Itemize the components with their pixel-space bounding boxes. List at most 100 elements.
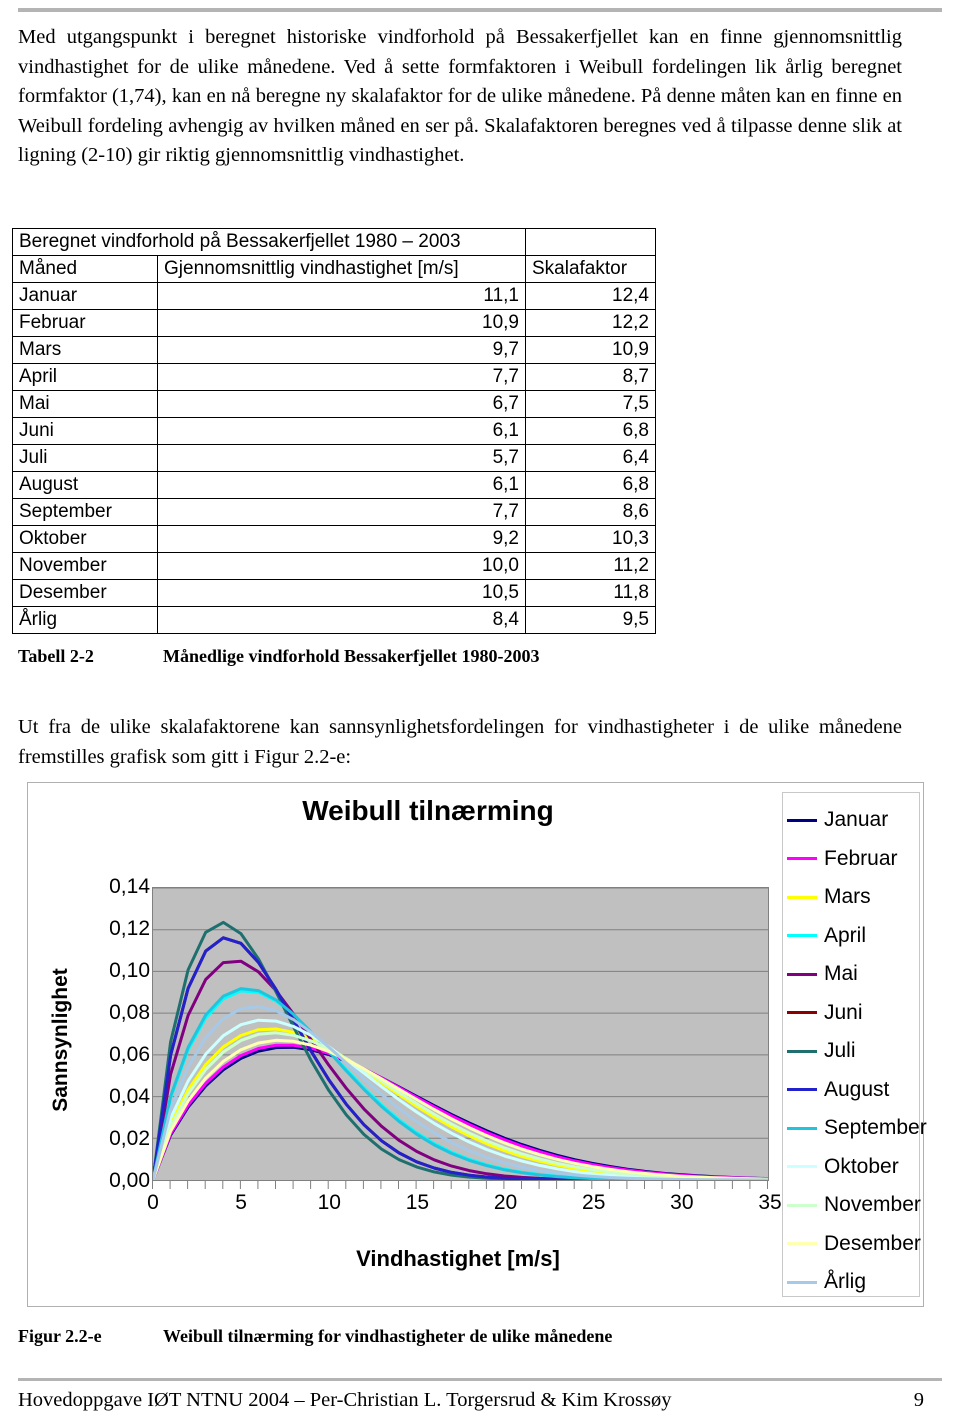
cell-scale: 8,7 <box>525 363 656 391</box>
x-tick-label: 0 <box>147 1191 159 1214</box>
cell-month: Mai <box>12 390 158 418</box>
cell-speed: 11,1 <box>157 282 526 310</box>
legend-item-mars: Mars <box>787 878 919 917</box>
table-row: Desember 10,5 11,8 <box>12 579 656 607</box>
cell-scale: 6,8 <box>525 471 656 499</box>
legend-item-september: September <box>787 1109 927 1148</box>
y-tick-label: 0,06 <box>109 1043 150 1066</box>
cell-speed: 7,7 <box>157 363 526 391</box>
table-row: Juli 5,7 6,4 <box>12 444 656 472</box>
figure-caption: Figur 2.2-e Weibull tilnærming for vindha… <box>18 1326 612 1347</box>
x-tick-label: 10 <box>317 1191 341 1214</box>
legend-label: November <box>824 1193 921 1217</box>
legend-label: Oktober <box>824 1154 899 1178</box>
y-tick-label: 0,14 <box>109 875 150 898</box>
cell-month: August <box>12 471 158 499</box>
cell-month: November <box>12 552 158 580</box>
y-tick-label: 0,00 <box>109 1169 150 1192</box>
table-row: August 6,1 6,8 <box>12 471 656 499</box>
legend-label: September <box>824 1116 927 1140</box>
cell-month: April <box>12 363 158 391</box>
cell-speed: 6,1 <box>157 471 526 499</box>
chart-legend: Januar Februar Mars April Mai Juni Juli August S… <box>782 792 927 1297</box>
table-row: September 7,7 8,6 <box>12 498 656 526</box>
table-row: Februar 10,9 12,2 <box>12 309 656 337</box>
cell-speed: 10,0 <box>157 552 526 580</box>
cell-month: Desember <box>12 579 158 607</box>
cell-speed: 5,7 <box>157 444 526 472</box>
weibull-chart: Weibull tilnærming Sannsynlighet 0,00 0,0… <box>27 782 927 1307</box>
chart-y-axis-ticks: 0,00 0,02 0,04 0,06 0,08 0,10 0,12 0,14 <box>68 875 150 1192</box>
legend-swatch-icon <box>787 934 817 938</box>
cell-speed: 8,4 <box>157 606 526 634</box>
chart-series-desember <box>151 1038 770 1182</box>
cell-speed: 10,5 <box>157 579 526 607</box>
table-header-row: Måned Gjennomsnittlig vindhastighet [m/s]… <box>12 255 656 283</box>
chart-curves <box>151 887 770 1182</box>
legend-label: Mars <box>824 885 871 909</box>
legend-swatch-icon <box>787 857 817 861</box>
cell-scale: 11,2 <box>525 552 656 580</box>
header-rule <box>18 8 942 12</box>
footer-text: Hovedoppgave IØT NTNU 2004 – Per-Christi… <box>18 1389 672 1411</box>
x-tick-label: 15 <box>405 1191 430 1214</box>
cell-month: Juli <box>12 444 158 472</box>
x-tick-label: 20 <box>493 1191 518 1214</box>
x-tick-label: 5 <box>235 1191 247 1214</box>
chart-series-april <box>151 989 770 1182</box>
body-paragraph-2: Ut fra de ulike skalafaktorene kan sanns… <box>18 716 902 768</box>
cell-month: Februar <box>12 309 158 337</box>
legend-item-april: April <box>787 917 919 956</box>
x-tick-label: 30 <box>670 1191 694 1214</box>
y-tick-label: 0,04 <box>109 1085 150 1108</box>
cell-speed: 7,7 <box>157 498 526 526</box>
table-caption-text: Månedlige vindforhold Bessakerfjellet 19… <box>163 646 540 666</box>
chart-series-juli <box>151 920 770 1182</box>
y-tick-label: 0,10 <box>109 959 150 982</box>
legend-item-juli: Juli <box>787 1032 919 1071</box>
legend-swatch-icon <box>787 1088 817 1092</box>
cell-scale: 7,5 <box>525 390 656 418</box>
cell-scale: 8,6 <box>525 498 656 526</box>
table-title: Beregnet vindforhold på Bessakerfjellet … <box>12 228 526 256</box>
document-page: Med utgangspunkt i beregnet historiske v… <box>0 0 960 1422</box>
cell-speed: 6,1 <box>157 417 526 445</box>
legend-item-oktober: Oktober <box>787 1148 919 1187</box>
legend-label: Årlig <box>824 1270 867 1294</box>
cell-month: Oktober <box>12 525 158 553</box>
chart-series-juni <box>151 936 770 1182</box>
header-scale: Skalafaktor <box>525 255 656 283</box>
y-tick-label: 0,02 <box>109 1127 150 1150</box>
legend-item-august: August <box>787 1071 919 1110</box>
cell-scale: 9,5 <box>525 606 656 634</box>
table-caption: Tabell 2-2 Månedlige vindforhold Bessaker… <box>18 646 539 667</box>
legend-swatch-icon <box>787 1165 817 1169</box>
page-footer: Hovedoppgave IØT NTNU 2004 – Per-Christi… <box>18 1389 924 1412</box>
cell-speed: 9,2 <box>157 525 526 553</box>
legend-label: Januar <box>824 808 889 832</box>
chart-series-august <box>151 936 770 1182</box>
legend-swatch-icon <box>787 1126 817 1130</box>
legend-label: Desember <box>824 1231 921 1255</box>
cell-month: Juni <box>12 417 158 445</box>
legend-item-mai: Mai <box>787 955 919 994</box>
chart-x-axis-ticks: 0 5 10 15 20 25 30 35 <box>147 1191 782 1221</box>
legend-item-januar: Januar <box>787 801 919 840</box>
chart-plot-area <box>151 887 770 1182</box>
legend-swatch-icon <box>787 1203 817 1207</box>
cell-scale: 6,8 <box>525 417 656 445</box>
cell-speed: 6,7 <box>157 390 526 418</box>
cell-month: Årlig <box>12 606 158 634</box>
cell-scale: 11,8 <box>525 579 656 607</box>
cell-scale: 10,3 <box>525 525 656 553</box>
wind-data-table: Beregnet vindforhold på Bessakerfjellet … <box>12 228 656 634</box>
legend-swatch-icon <box>787 972 817 976</box>
chart-series-september <box>151 987 770 1182</box>
cell-month: Januar <box>12 282 158 310</box>
legend-swatch-icon <box>787 818 817 822</box>
chart-x-axis-label: Vindhastighet [m/s] <box>356 1246 560 1271</box>
legend-label: April <box>824 923 867 947</box>
legend-swatch-icon <box>787 895 817 899</box>
legend-swatch-icon <box>787 1242 817 1246</box>
page-number: 9 <box>913 1389 924 1411</box>
